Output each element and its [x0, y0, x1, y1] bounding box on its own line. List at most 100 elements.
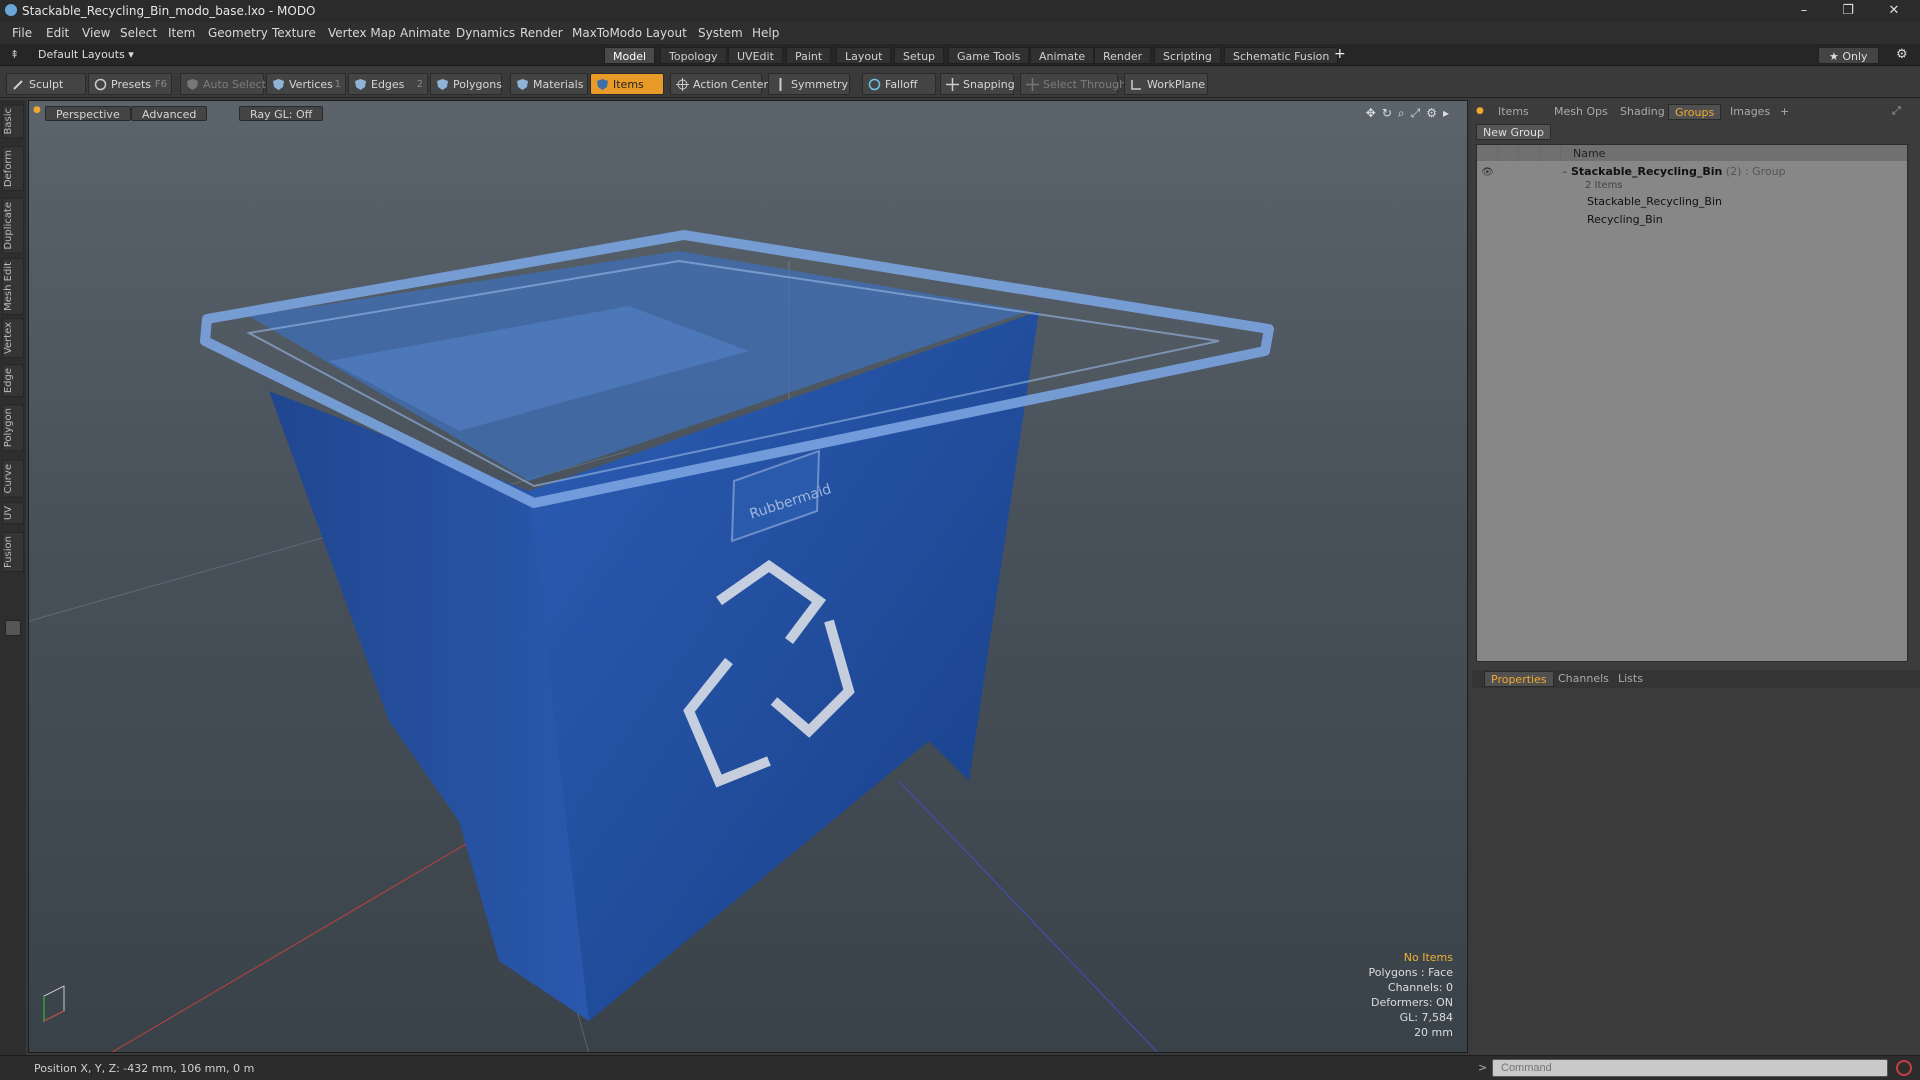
tab-groups[interactable]: Groups [1668, 104, 1722, 120]
menu-maxtomodo[interactable]: MaxToModo [572, 26, 642, 40]
menu-file[interactable]: File [12, 26, 32, 40]
group-child-item[interactable]: Stackable_Recycling_Bin [1587, 193, 1722, 211]
right-panel: ● Items Mesh Ops Shading Groups Images +… [1472, 100, 1920, 1055]
collapse-icon[interactable]: – [1562, 165, 1571, 178]
vtab-mesh-edit[interactable]: Mesh Edit [2, 258, 24, 315]
new-group-button[interactable]: New Group [1476, 124, 1551, 140]
close-button[interactable]: ✕ [1874, 2, 1914, 20]
gear-icon[interactable]: ⚙ [1896, 47, 1908, 62]
menu-animate[interactable]: Animate [400, 26, 450, 40]
vtab-duplicate[interactable]: Duplicate [2, 198, 24, 254]
only-toggle[interactable]: ★ Only [1818, 47, 1879, 64]
menu-help[interactable]: Help [752, 26, 779, 40]
eye-icon[interactable]: 👁 [1481, 167, 1494, 178]
menu-dynamics[interactable]: Dynamics [456, 26, 515, 40]
menu-layout[interactable]: Layout [646, 26, 687, 40]
groups-list[interactable]: Name 👁 – Stackable_Recycling_Bin (2) : G… [1476, 144, 1908, 662]
tab-uvedit[interactable]: UVEdit [728, 47, 783, 64]
tab-animate[interactable]: Animate [1030, 47, 1095, 64]
menu-select[interactable]: Select [120, 26, 157, 40]
falloff-button[interactable]: Falloff [862, 73, 936, 95]
polygons-button[interactable]: Polygons [430, 73, 502, 95]
lock-column-icon[interactable] [1519, 145, 1540, 161]
vtab-vertex[interactable]: Vertex [2, 318, 24, 359]
tab-scripting[interactable]: Scripting [1154, 47, 1221, 64]
scene-render: Rubbermaid [29, 230, 1274, 1052]
select-column-icon[interactable] [1540, 145, 1561, 161]
edges-label: Edges [371, 78, 405, 91]
tab-images[interactable]: Images [1724, 104, 1776, 120]
auto-select-button[interactable]: Auto Select [180, 73, 266, 95]
layout-pin-icon[interactable]: ⇞ [10, 48, 19, 61]
add-tab-button[interactable]: + [1334, 46, 1346, 62]
tool-bar: Sculpt Presets F6 Auto Select Vertices 1… [0, 70, 1920, 98]
select-through-label: Select Through [1043, 78, 1127, 91]
tab-model[interactable]: Model [604, 47, 656, 64]
viewport-info: No Items Polygons : Face Channels: 0 Def… [1368, 950, 1453, 1040]
menu-edit[interactable]: Edit [46, 26, 69, 40]
menu-vertex-map[interactable]: Vertex Map [328, 26, 396, 40]
tab-paint[interactable]: Paint [786, 47, 832, 64]
tab-properties[interactable]: Properties [1484, 671, 1554, 687]
polygons-icon [437, 79, 448, 90]
minimize-button[interactable]: – [1784, 2, 1824, 20]
vtab-basic[interactable]: Basic [2, 104, 24, 139]
items-button[interactable]: Items [590, 73, 664, 95]
properties-panel [1472, 690, 1920, 1050]
edges-button[interactable]: Edges 2 [348, 73, 428, 95]
select-through-button[interactable]: Select Through [1020, 73, 1126, 95]
snapping-button[interactable]: Snapping [940, 73, 1015, 95]
vtab-edge[interactable]: Edge [2, 364, 24, 398]
vtab-curve[interactable]: Curve [2, 460, 24, 498]
menu-system[interactable]: System [698, 26, 743, 40]
layout-select[interactable]: Default Layouts ▾ [38, 48, 134, 61]
render-column-icon[interactable] [1498, 145, 1519, 161]
panel-menu-icon[interactable]: ● [1476, 106, 1484, 116]
3d-viewport[interactable]: ● Perspective Advanced Ray GL: Off ✥↻⌕⤢⚙… [28, 100, 1468, 1053]
symmetry-button[interactable]: Symmetry [768, 73, 850, 95]
tab-setup[interactable]: Setup [894, 47, 945, 64]
sculpt-button[interactable]: Sculpt [6, 73, 86, 95]
left-tool-tabs: Basic Deform Duplicate Mesh Edit Vertex … [0, 100, 26, 1055]
tab-items[interactable]: Items [1492, 104, 1535, 120]
vtab-polygon[interactable]: Polygon [2, 404, 24, 452]
vertices-label: Vertices [289, 78, 333, 91]
visibility-column-icon[interactable] [1477, 145, 1498, 161]
tab-schematic-fusion[interactable]: Schematic Fusion [1224, 47, 1339, 64]
expand-icon[interactable]: ⤢ [1892, 104, 1901, 118]
vtab-fusion[interactable]: Fusion [2, 532, 24, 572]
tab-render[interactable]: Render [1094, 47, 1152, 64]
materials-button[interactable]: Materials [510, 73, 588, 95]
info-polygons: Polygons : Face [1368, 966, 1453, 979]
menu-item[interactable]: Item [168, 26, 195, 40]
record-icon[interactable] [1896, 1060, 1912, 1076]
shield-icon [187, 79, 198, 90]
tab-shading[interactable]: Shading [1614, 104, 1671, 120]
axis-gizmo-icon [43, 985, 65, 1022]
tab-game-tools[interactable]: Game Tools [948, 47, 1030, 64]
tab-channels[interactable]: Channels [1552, 671, 1615, 687]
vtab-deform[interactable]: Deform [2, 146, 24, 192]
add-panel-tab-button[interactable]: + [1780, 105, 1789, 118]
maximize-button[interactable]: ❐ [1828, 2, 1868, 20]
app-icon [5, 4, 17, 16]
tab-topology[interactable]: Topology [660, 47, 727, 64]
polygons-label: Polygons [453, 78, 502, 91]
menu-texture[interactable]: Texture [272, 26, 316, 40]
workplane-button[interactable]: WorkPlane [1124, 73, 1208, 95]
tab-layout[interactable]: Layout [836, 47, 892, 64]
vertices-button[interactable]: Vertices 1 [266, 73, 346, 95]
action-center-button[interactable]: Action Center [670, 73, 768, 95]
palette-toggle[interactable] [5, 620, 21, 636]
menu-render[interactable]: Render [520, 26, 563, 40]
command-input[interactable] [1492, 1059, 1888, 1077]
menu-geometry[interactable]: Geometry [208, 26, 268, 40]
presets-shortcut: F6 [154, 79, 167, 90]
presets-button[interactable]: Presets F6 [88, 73, 172, 95]
menu-view[interactable]: View [82, 26, 110, 40]
vtab-uv[interactable]: UV [2, 502, 24, 525]
tab-lists[interactable]: Lists [1612, 671, 1649, 687]
tab-mesh-ops[interactable]: Mesh Ops [1548, 104, 1614, 120]
edges-icon [355, 79, 366, 90]
group-child-item[interactable]: Recycling_Bin [1587, 211, 1663, 229]
